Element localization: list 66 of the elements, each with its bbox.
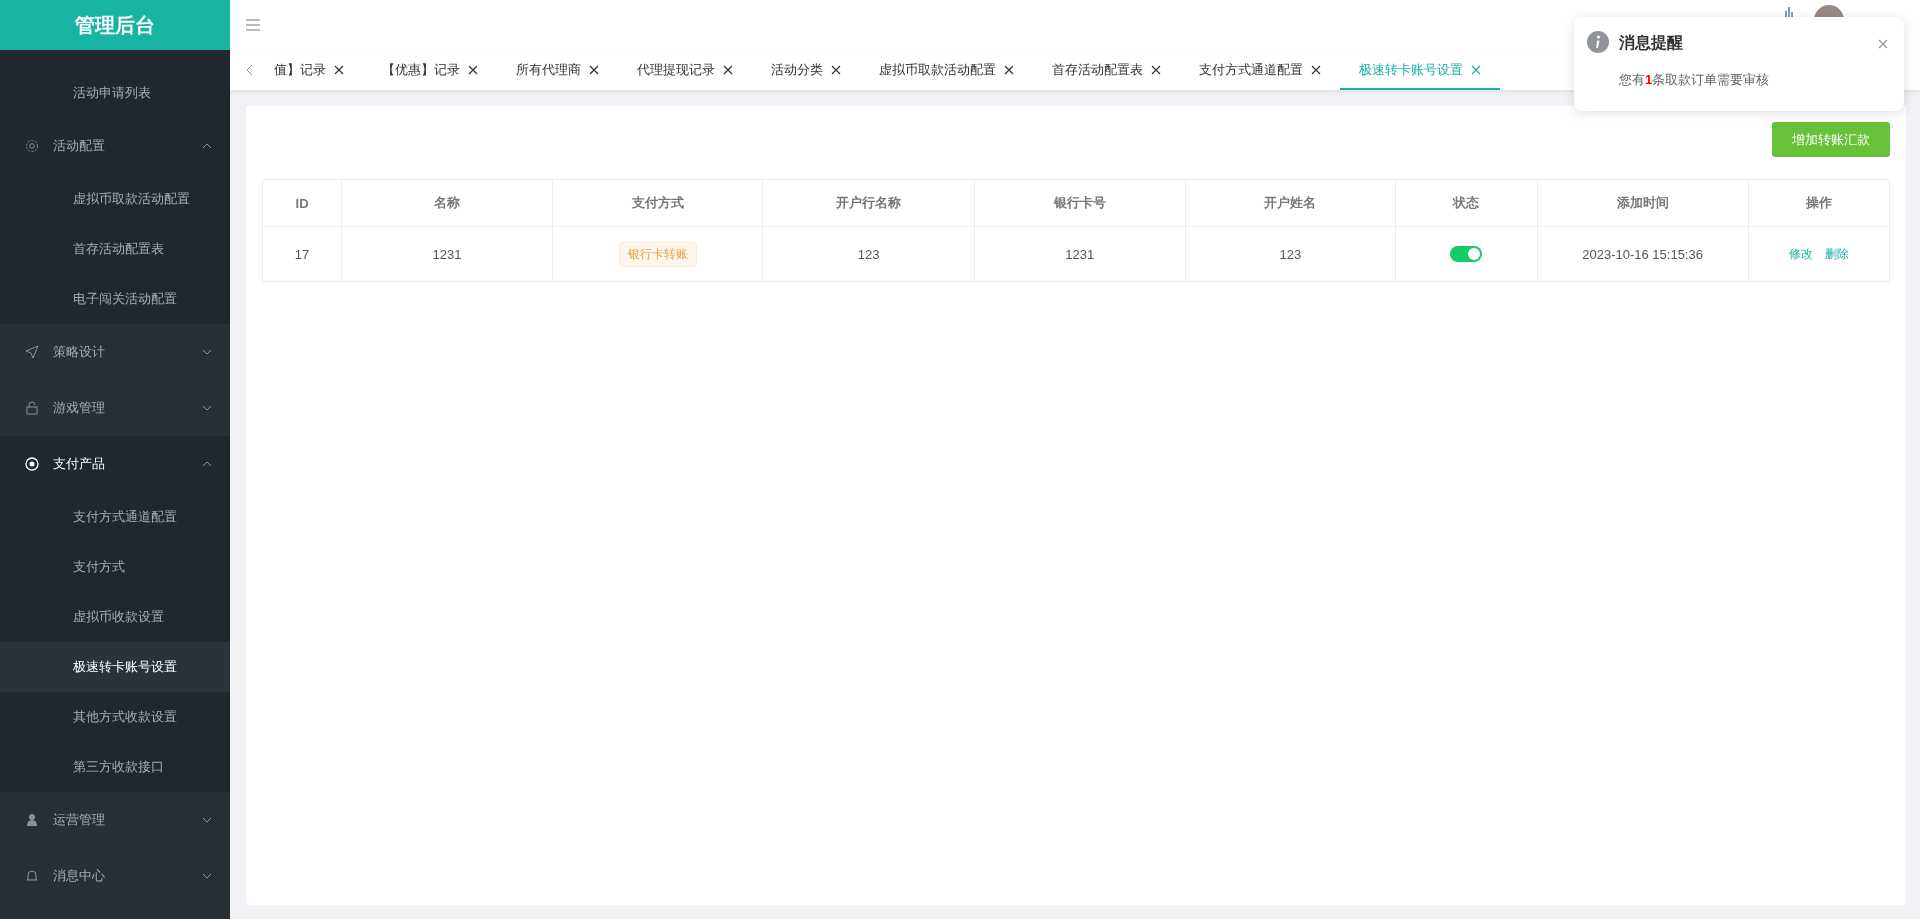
- close-icon[interactable]: [334, 65, 344, 75]
- menu-group[interactable]: 支付产品: [0, 436, 230, 492]
- table-cell: 123: [762, 226, 975, 282]
- menu-item[interactable]: 电子闯关活动配置: [0, 274, 230, 324]
- close-icon[interactable]: [1151, 65, 1161, 75]
- column-header: 名称: [341, 179, 553, 227]
- tab[interactable]: 代理提现记录: [618, 50, 752, 90]
- close-icon[interactable]: [468, 65, 478, 75]
- table-cell: 17: [262, 226, 342, 282]
- coin-icon: [25, 457, 39, 471]
- column-header: 开户姓名: [1185, 179, 1396, 227]
- menu-item[interactable]: 首存活动配置表: [0, 224, 230, 274]
- menu-item[interactable]: 虚拟币收款设置: [0, 592, 230, 642]
- tab[interactable]: 虚拟币取款活动配置: [860, 50, 1033, 90]
- person-icon: [25, 813, 39, 827]
- menu-item[interactable]: 其他方式收款设置: [0, 692, 230, 742]
- column-header: 添加时间: [1537, 179, 1749, 227]
- menu-group[interactable]: 消息中心: [0, 848, 230, 904]
- notification-message: 您有1条取款订单需要审核: [1619, 71, 1771, 89]
- table-cell: 1231: [341, 226, 553, 282]
- paper-plane-icon: [25, 345, 39, 359]
- menu-item[interactable]: 虚拟币取款活动配置: [0, 174, 230, 224]
- column-header: 银行卡号: [974, 179, 1186, 227]
- tab[interactable]: 支付方式通道配置: [1180, 50, 1340, 90]
- info-icon: [1587, 31, 1609, 53]
- bell-icon: [25, 869, 39, 883]
- scroll-left-icon[interactable]: [246, 64, 254, 76]
- status-toggle[interactable]: [1450, 246, 1483, 263]
- chevron-up-icon: [202, 461, 212, 467]
- menu-group[interactable]: 策略设计: [0, 324, 230, 380]
- tab[interactable]: 值】记录: [268, 50, 363, 90]
- notification-title: 消息提醒: [1619, 33, 1684, 53]
- column-header: ID: [262, 179, 342, 227]
- chevron-down-icon: [202, 405, 212, 411]
- table-cell: 2023-10-16 15:15:36: [1537, 226, 1749, 282]
- chevron-down-icon: [202, 349, 212, 355]
- lock-icon: [25, 401, 39, 415]
- column-header: 操作: [1748, 179, 1890, 227]
- close-icon[interactable]: [723, 65, 733, 75]
- table-cell: 1231: [974, 226, 1186, 282]
- tab[interactable]: 【优惠】记录: [363, 50, 497, 90]
- chevron-down-icon: [202, 873, 212, 879]
- menu-group[interactable]: 游戏管理: [0, 380, 230, 436]
- tab[interactable]: 所有代理商: [497, 50, 618, 90]
- menu-item[interactable]: 支付方式通道配置: [0, 492, 230, 542]
- chevron-up-icon: [202, 143, 212, 149]
- column-header: 开户行名称: [762, 179, 975, 227]
- menu-group[interactable]: 活动配置: [0, 118, 230, 174]
- chevron-down-icon: [202, 817, 212, 823]
- payment-tag: 银行卡转账: [618, 241, 697, 267]
- close-icon[interactable]: [1311, 65, 1321, 75]
- menu-item[interactable]: 极速转卡账号设置: [0, 642, 230, 692]
- close-icon[interactable]: [831, 65, 841, 75]
- app-title: 管理后台: [0, 0, 230, 50]
- gear-icon: [25, 139, 39, 153]
- close-icon[interactable]: [1004, 65, 1014, 75]
- close-icon[interactable]: [589, 65, 599, 75]
- menu-group[interactable]: 运营管理: [0, 792, 230, 848]
- tab[interactable]: 活动分类: [752, 50, 860, 90]
- bar-chart-icon[interactable]: [1784, 5, 1794, 17]
- table-cell: 123: [1185, 226, 1396, 282]
- tab[interactable]: 首存活动配置表: [1033, 50, 1180, 90]
- column-header: 状态: [1395, 179, 1538, 227]
- column-header: 支付方式: [552, 179, 763, 227]
- menu-item[interactable]: 第三方收款接口: [0, 742, 230, 792]
- menu-item[interactable]: 支付方式: [0, 542, 230, 592]
